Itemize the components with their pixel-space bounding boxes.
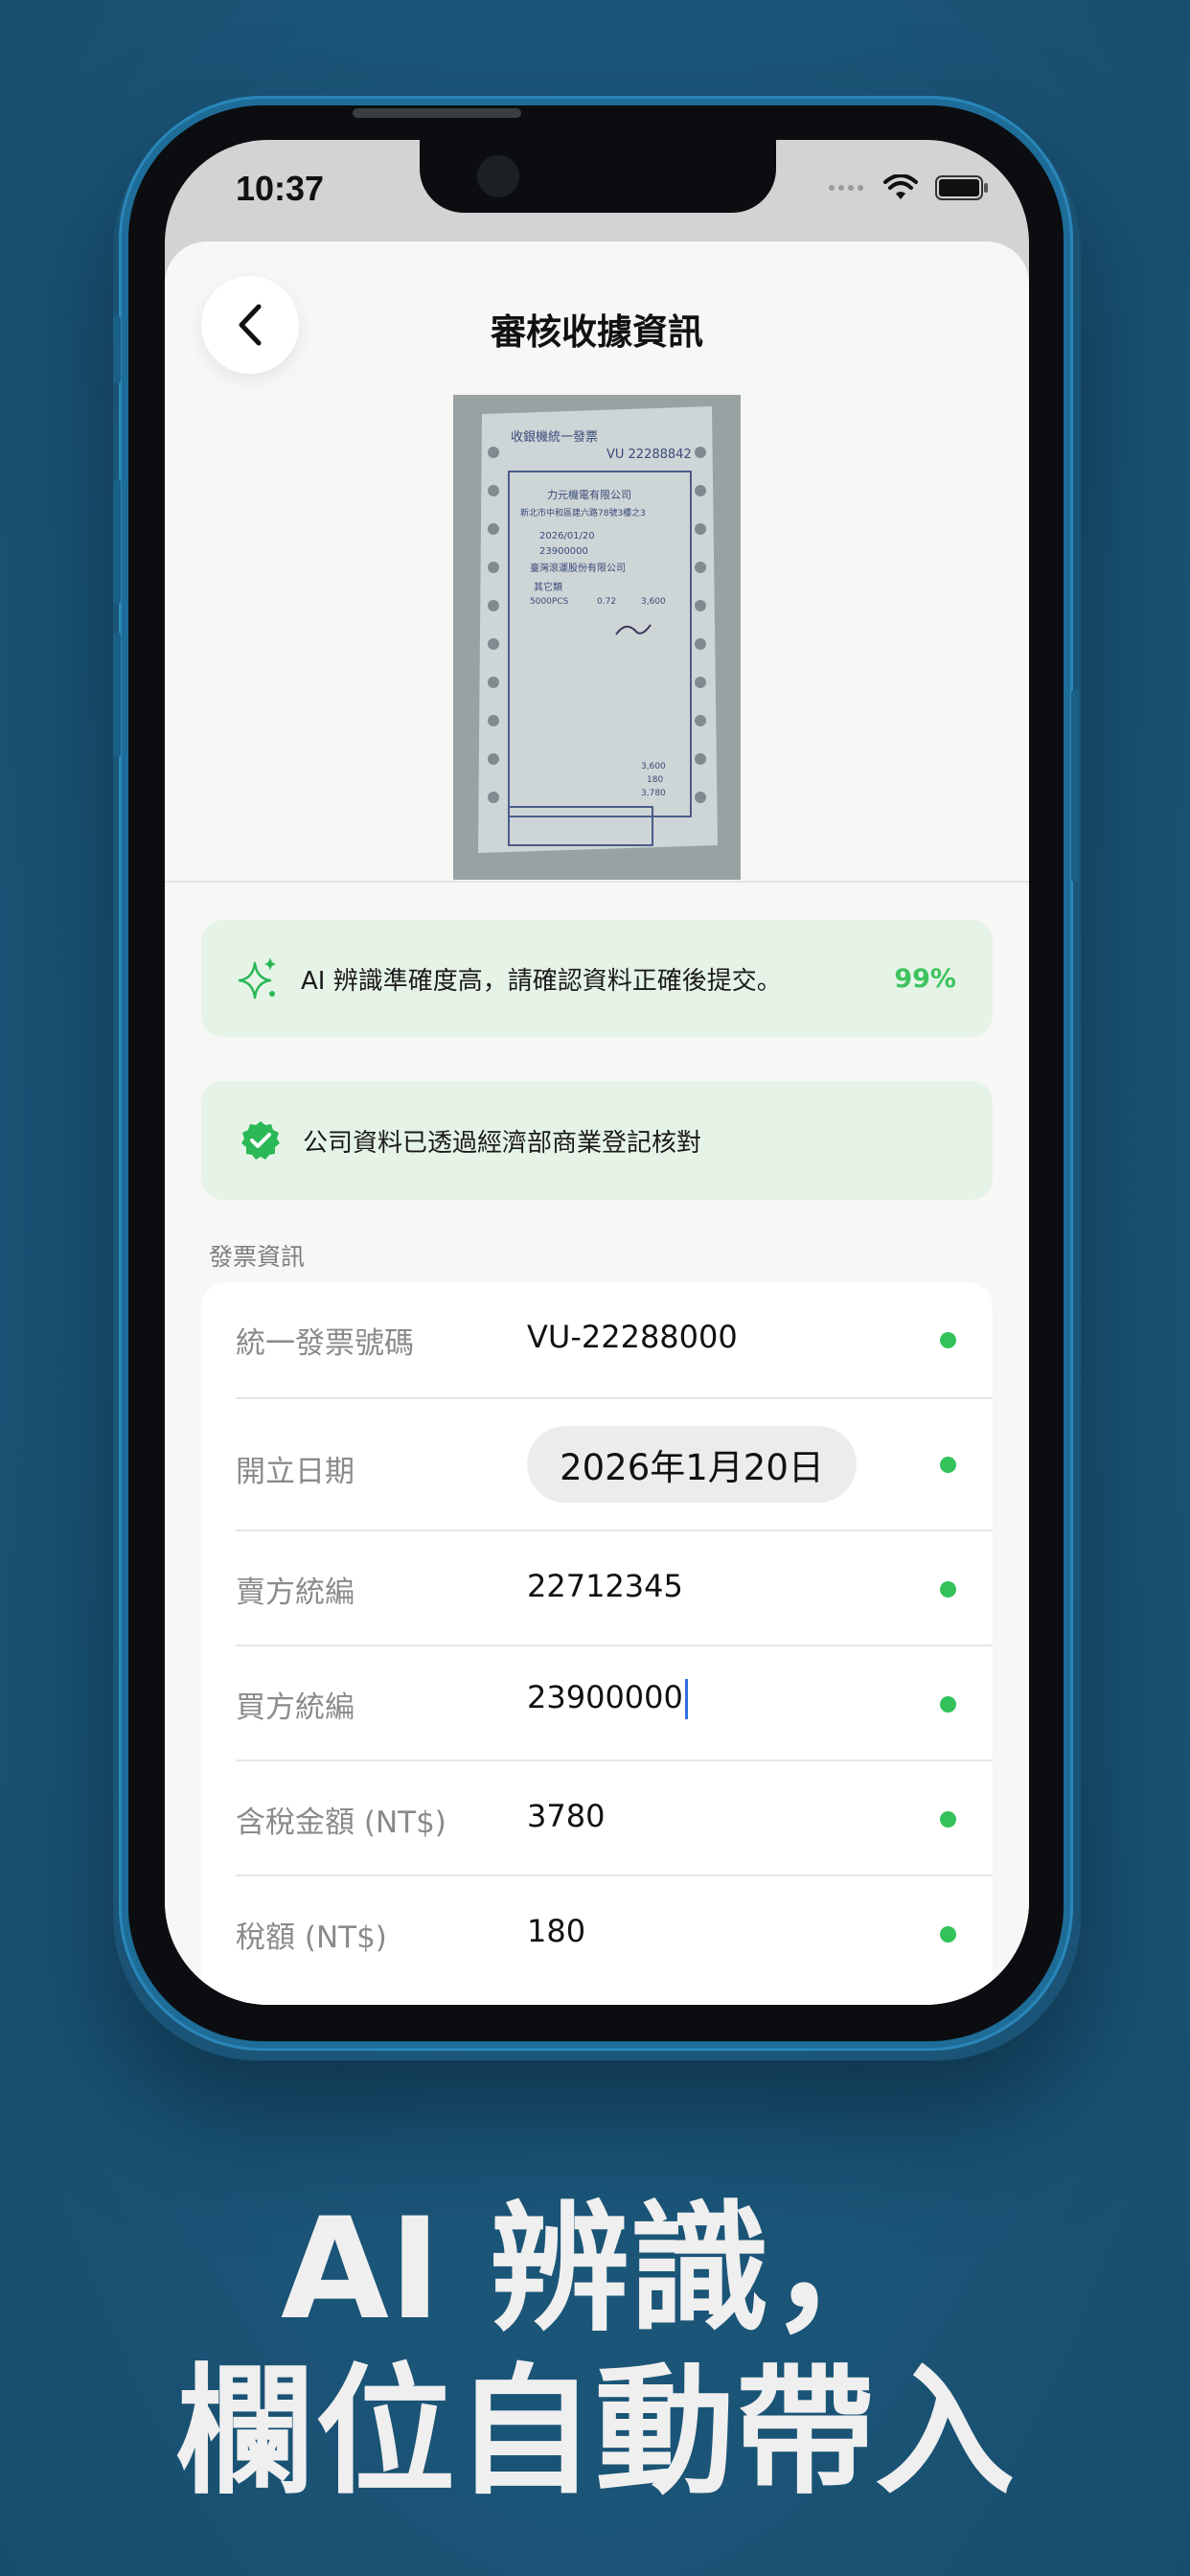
section-title: 發票資訊 — [209, 1243, 306, 1271]
ai-confidence-banner: AI 辨識準確度高，請確認資料正確後提交。 99% — [201, 920, 993, 1037]
field-label: 賣方統編 — [236, 1576, 355, 1610]
volume-up-button — [113, 479, 121, 604]
speaker-grille — [353, 108, 521, 118]
ai-banner-text: AI 辨識準確度高，請確認資料正確後提交。 — [301, 966, 782, 996]
status-dot — [940, 1926, 956, 1943]
front-camera — [477, 155, 519, 197]
seller-id-input[interactable]: 22712345 — [527, 1568, 683, 1604]
page-title: 審核收據資訊 — [491, 311, 703, 353]
volume-down-button — [113, 632, 121, 757]
field-label: 含稅金額 (NT$) — [236, 1806, 446, 1840]
status-time: 10:37 — [236, 169, 325, 208]
receipt-photo[interactable]: 收銀機統一發票 VU 22288842 力元機電有限公司 新北市中和區建六路78… — [453, 395, 741, 880]
field-row-buyer-id[interactable]: 買方統編 23900000 — [201, 1646, 993, 1760]
image-divider — [165, 881, 1029, 883]
receipt-total: 3,780 — [641, 789, 666, 798]
verify-banner-text: 公司資料已透過經濟部商業登記核對 — [303, 1128, 702, 1158]
buyer-id-input[interactable]: 23900000 — [527, 1679, 683, 1715]
receipt-address: 新北市中和區建六路78號3樓之3 — [520, 507, 646, 518]
status-dot — [940, 1581, 956, 1598]
field-row-invoice-number[interactable]: 統一發票號碼 VU-22288000 — [201, 1282, 993, 1397]
receipt-unit-price: 0.72 — [597, 597, 616, 607]
receipt-buyer: 23900000 — [539, 546, 588, 557]
buyer-id-field[interactable]: 23900000 — [527, 1679, 688, 1719]
confidence-percent: 99% — [894, 963, 956, 994]
receipt-invoice-no: VU 22288842 — [606, 448, 692, 462]
status-dot — [940, 1332, 956, 1348]
wifi-icon — [883, 174, 918, 199]
field-row-total-amount[interactable]: 含稅金額 (NT$) 3780 — [201, 1761, 993, 1874]
silent-switch — [113, 316, 121, 383]
receipt-sales: 3,600 — [641, 762, 666, 771]
company-verified-banner: 公司資料已透過經濟部商業登記核對 — [201, 1081, 993, 1200]
phone-screen: 10:37 審核收據資訊 收銀機統一發票 VU 22288842 力元機電有限公… — [165, 140, 1029, 2005]
total-amount-input[interactable]: 3780 — [527, 1798, 605, 1834]
text-cursor — [684, 1679, 688, 1719]
invoice-number-input[interactable]: VU-22288000 — [527, 1319, 738, 1355]
invoice-fields-card: 統一發票號碼 VU-22288000 開立日期 2026年1月20日 賣方統編 … — [201, 1282, 993, 2005]
field-label: 稅額 (NT$) — [236, 1920, 387, 1955]
receipt-header-text: 收銀機統一發票 — [511, 430, 598, 445]
receipt-date: 2026/01/20 — [539, 531, 595, 541]
notch — [420, 140, 776, 213]
status-icons — [828, 174, 989, 201]
battery-icon — [935, 175, 988, 200]
signal-icon — [829, 185, 863, 191]
field-row-issue-date[interactable]: 開立日期 2026年1月20日 — [201, 1399, 993, 1530]
power-button — [1071, 690, 1079, 882]
receipt-item-code: 5000PCS — [530, 597, 569, 607]
field-label: 統一發票號碼 — [236, 1326, 414, 1361]
receipt-buyer-company: 臺灣滾運股份有限公司 — [530, 562, 626, 574]
status-dot — [940, 1696, 956, 1713]
check-badge-icon — [241, 1121, 280, 1160]
field-row-tax-amount[interactable]: 稅額 (NT$) 180 — [201, 1876, 993, 1990]
field-label: 買方統編 — [236, 1690, 355, 1725]
issue-date-picker[interactable]: 2026年1月20日 — [527, 1426, 857, 1503]
receipt-amount: 3,600 — [641, 597, 666, 607]
receipt-illustration: 收銀機統一發票 VU 22288842 力元機電有限公司 新北市中和區建六路78… — [453, 395, 741, 880]
tax-amount-input[interactable]: 180 — [527, 1913, 585, 1949]
status-dot — [940, 1457, 956, 1473]
receipt-company: 力元機電有限公司 — [547, 488, 631, 501]
headline-line-2: 欄位自動帶入 — [175, 2351, 1015, 2514]
field-label: 開立日期 — [236, 1455, 355, 1489]
receipt-tax: 180 — [647, 775, 663, 785]
status-dot — [940, 1811, 956, 1828]
field-row-seller-id[interactable]: 賣方統編 22712345 — [201, 1531, 993, 1644]
sparkle-icon — [238, 957, 276, 1000]
receipt-item: 其它類 — [534, 581, 562, 593]
review-sheet: 審核收據資訊 收銀機統一發票 VU 22288842 力元機電有限公司 新北市中… — [165, 242, 1029, 2005]
